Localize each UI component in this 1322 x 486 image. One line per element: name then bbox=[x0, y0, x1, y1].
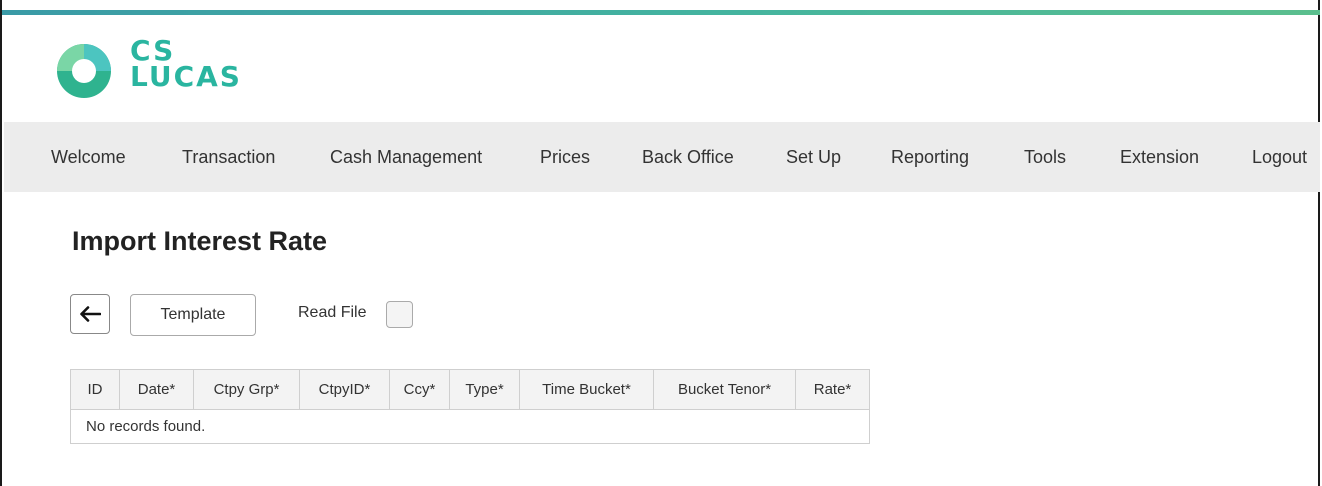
nav-item-extension[interactable]: Extension bbox=[1120, 122, 1199, 192]
column-header-ctpy-grp[interactable]: Ctpy Grp* bbox=[193, 369, 300, 410]
nav-item-transaction[interactable]: Transaction bbox=[182, 122, 275, 192]
nav-item-tools[interactable]: Tools bbox=[1024, 122, 1066, 192]
read-file-label: Read File bbox=[298, 304, 367, 321]
column-header-bucket-tenor[interactable]: Bucket Tenor* bbox=[653, 369, 796, 410]
nav-item-cash-management[interactable]: Cash Management bbox=[330, 122, 482, 192]
template-button[interactable]: Template bbox=[130, 294, 256, 336]
app-window: CS LUCAS Welcome Transaction Cash Manage… bbox=[0, 0, 1320, 486]
brand-wordmark: CS LUCAS bbox=[130, 37, 242, 93]
main-nav: Welcome Transaction Cash Management Pric… bbox=[4, 122, 1320, 192]
empty-message: No records found. bbox=[70, 409, 870, 444]
arrow-left-icon bbox=[80, 306, 101, 322]
table-empty-row: No records found. bbox=[70, 409, 870, 444]
column-header-ccy[interactable]: Ccy* bbox=[389, 369, 450, 410]
nav-item-logout[interactable]: Logout bbox=[1252, 122, 1307, 192]
back-button[interactable] bbox=[70, 294, 110, 334]
column-header-id[interactable]: ID bbox=[70, 369, 120, 410]
interest-rate-table: ID Date* Ctpy Grp* CtpyID* Ccy* Type* Ti… bbox=[70, 369, 870, 444]
page-title: Import Interest Rate bbox=[72, 226, 328, 256]
nav-item-prices[interactable]: Prices bbox=[540, 122, 590, 192]
table-header-row: ID Date* Ctpy Grp* CtpyID* Ccy* Type* Ti… bbox=[70, 369, 870, 410]
column-header-time-bucket[interactable]: Time Bucket* bbox=[519, 369, 654, 410]
nav-item-welcome[interactable]: Welcome bbox=[51, 122, 126, 192]
column-header-rate[interactable]: Rate* bbox=[795, 369, 870, 410]
read-file-checkbox[interactable] bbox=[386, 301, 413, 328]
nav-item-reporting[interactable]: Reporting bbox=[891, 122, 969, 192]
column-header-ctpy-id[interactable]: CtpyID* bbox=[299, 369, 390, 410]
top-accent-stripe bbox=[2, 10, 1320, 15]
brand-line2: LUCAS bbox=[130, 60, 242, 93]
brand-logo: CS LUCAS bbox=[56, 37, 242, 102]
nav-item-set-up[interactable]: Set Up bbox=[786, 122, 841, 192]
logo-mark-icon bbox=[57, 44, 111, 98]
column-header-date[interactable]: Date* bbox=[119, 369, 194, 410]
nav-item-back-office[interactable]: Back Office bbox=[642, 122, 734, 192]
column-header-type[interactable]: Type* bbox=[449, 369, 520, 410]
